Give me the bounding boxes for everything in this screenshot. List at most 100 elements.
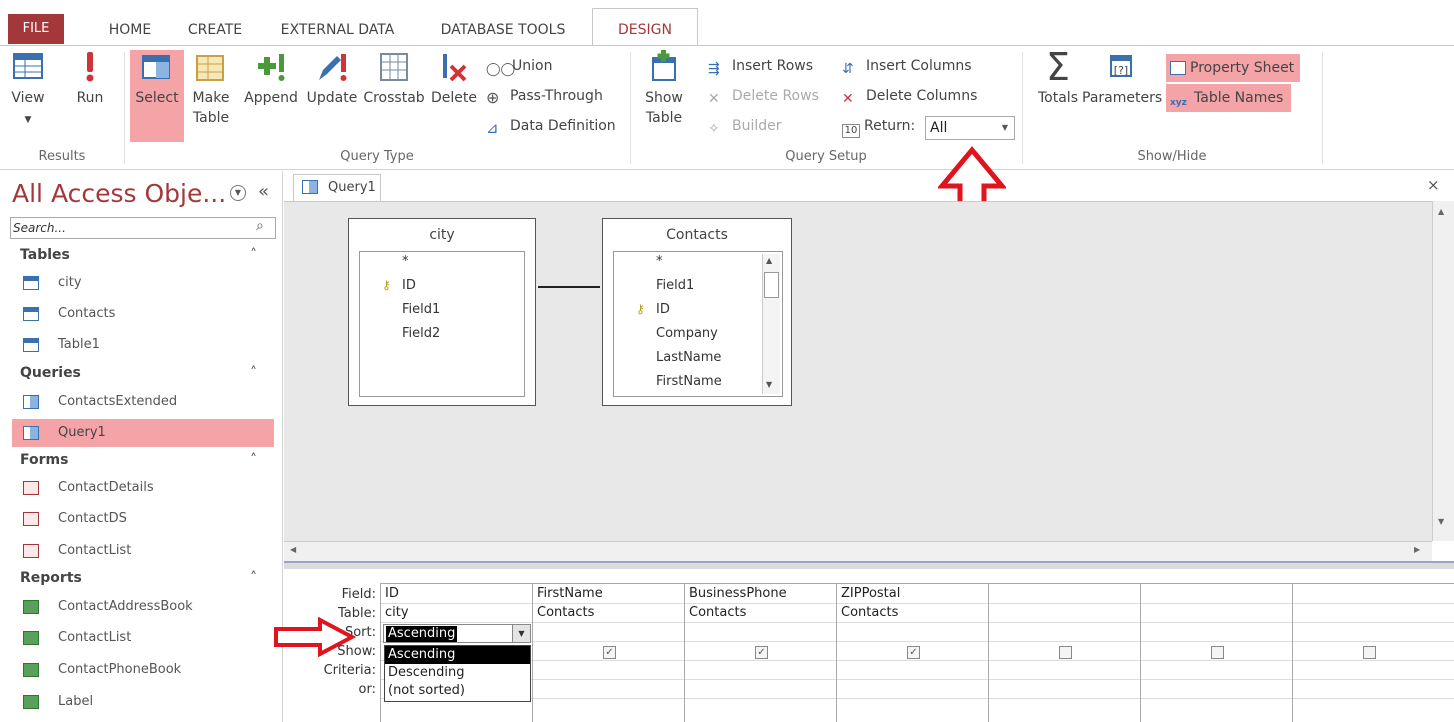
select-query-button[interactable]: Select	[130, 50, 184, 142]
sort-option-not-sorted[interactable]: (not sorted)	[385, 682, 530, 700]
show-table-button[interactable]: Show Table	[638, 50, 690, 128]
show-checkbox-checked[interactable]: ✓	[603, 646, 616, 659]
tab-external-data[interactable]: EXTERNAL DATA	[270, 14, 405, 46]
collapse-chevron-icon[interactable]: ˄	[250, 452, 257, 468]
scroll-up-icon[interactable]: ▲	[1438, 207, 1444, 216]
scroll-down-icon[interactable]: ▼	[1438, 517, 1444, 526]
nav-item-query-query1[interactable]: Query1	[12, 419, 274, 447]
field-item[interactable]: Field1	[656, 278, 694, 293]
grid-field-cell[interactable]: ID	[385, 586, 399, 601]
append-button[interactable]: Append	[240, 50, 302, 108]
tab-home[interactable]: HOME	[100, 14, 160, 46]
show-checkbox-unchecked[interactable]	[1363, 646, 1376, 659]
delete-columns-button[interactable]: ✕ Delete Columns	[842, 84, 977, 108]
nav-item-table-table1[interactable]: Table1	[12, 331, 274, 359]
crosstab-button[interactable]: Crosstab	[362, 50, 426, 108]
field-item[interactable]: ID	[402, 278, 416, 293]
close-icon[interactable]: ×	[1427, 176, 1440, 194]
union-button[interactable]: ◯◯Union	[486, 54, 552, 78]
scroll-right-icon[interactable]: ▶	[1414, 545, 1420, 554]
run-button[interactable]: Run	[72, 50, 108, 108]
update-button[interactable]: Update	[304, 50, 360, 108]
field-list-scrollbar[interactable]: ▲ ▼	[762, 254, 780, 394]
search-icon[interactable]: ⌕	[256, 218, 264, 234]
grid-column-2[interactable]: FirstName Contacts ✓	[532, 583, 684, 722]
show-checkbox-checked[interactable]: ✓	[907, 646, 920, 659]
field-item[interactable]: *	[656, 254, 663, 269]
grid-column-4[interactable]: ZIPPostal Contacts ✓	[836, 583, 988, 722]
property-sheet-button[interactable]: Property Sheet	[1166, 54, 1301, 82]
nav-item-form-contactlist[interactable]: ContactList	[12, 537, 274, 565]
parameters-button[interactable]: [?] Parameters	[1082, 50, 1162, 108]
nav-item-query-contactsextended[interactable]: ContactsExtended	[12, 388, 274, 416]
sort-dropdown-list[interactable]: Ascending Descending (not sorted)	[384, 645, 531, 702]
section-queries[interactable]: Queries ˄	[20, 365, 257, 381]
nav-item-report-contactlist[interactable]: ContactList	[12, 624, 274, 652]
scroll-left-icon[interactable]: ◀	[290, 545, 296, 554]
field-item[interactable]: FirstName	[656, 374, 722, 389]
field-item[interactable]: Field2	[402, 326, 440, 341]
collapse-chevron-icon[interactable]: ˄	[250, 247, 257, 263]
show-checkbox-unchecked[interactable]	[1211, 646, 1224, 659]
tab-design[interactable]: DESIGN	[592, 8, 698, 46]
show-checkbox-unchecked[interactable]	[1059, 646, 1072, 659]
nav-item-form-contactds[interactable]: ContactDS	[12, 505, 274, 533]
field-item[interactable]: ID	[656, 302, 670, 317]
delete-query-button[interactable]: Delete	[430, 50, 478, 108]
nav-pane-title[interactable]: All Access Obje...	[12, 179, 226, 208]
table-names-button[interactable]: xyz Table Names	[1166, 84, 1292, 112]
grid-table-cell[interactable]: Contacts	[537, 605, 594, 620]
make-table-button[interactable]: Make Table	[188, 50, 234, 128]
field-item[interactable]: Company	[656, 326, 718, 341]
upper-horizontal-scrollbar[interactable]: ◀ ▶	[284, 541, 1432, 561]
sort-option-ascending[interactable]: Ascending	[385, 646, 530, 664]
pane-splitter[interactable]	[284, 561, 1454, 569]
totals-button[interactable]: Σ Totals	[1030, 48, 1086, 108]
collapse-chevron-icon[interactable]: ˄	[250, 365, 257, 381]
nav-item-report-contactphonebook[interactable]: ContactPhoneBook	[12, 656, 274, 684]
nav-item-table-city[interactable]: city	[12, 269, 274, 297]
data-definition-button[interactable]: ⊿ Data Definition	[486, 114, 616, 138]
chevron-down-icon[interactable]: ▼	[512, 625, 530, 642]
return-select[interactable]: All ▼	[925, 116, 1015, 140]
section-reports[interactable]: Reports ˄	[20, 570, 257, 586]
nav-item-report-label[interactable]: Label	[12, 688, 274, 716]
field-item[interactable]: LastName	[656, 350, 721, 365]
scroll-down-icon[interactable]: ▼	[766, 380, 772, 389]
section-forms[interactable]: Forms ˄	[20, 452, 257, 468]
sort-combobox[interactable]: Ascending ▼	[383, 624, 531, 643]
grid-column-3[interactable]: BusinessPhone Contacts ✓	[684, 583, 836, 722]
grid-field-cell[interactable]: FirstName	[537, 586, 603, 601]
nav-item-report-contactaddressbook[interactable]: ContactAddressBook	[12, 593, 274, 621]
grid-column-5[interactable]	[988, 583, 1140, 722]
insert-rows-button[interactable]: ⇶ Insert Rows	[708, 54, 813, 78]
grid-column-6[interactable]	[1140, 583, 1292, 722]
tab-create[interactable]: CREATE	[180, 14, 250, 46]
grid-field-cell[interactable]: BusinessPhone	[689, 586, 787, 601]
field-list-contacts[interactable]: Contacts * Field1 ⚷ ID Company LastName …	[602, 218, 792, 406]
collapse-chevron-icon[interactable]: ˄	[250, 570, 257, 586]
sort-option-descending[interactable]: Descending	[385, 664, 530, 682]
field-item[interactable]: *	[402, 254, 409, 269]
tab-file[interactable]: FILE	[8, 14, 64, 44]
grid-field-cell[interactable]: ZIPPostal	[841, 586, 900, 601]
tab-database-tools[interactable]: DATABASE TOOLS	[428, 14, 578, 46]
join-line[interactable]	[538, 286, 600, 288]
nav-item-form-contactdetails[interactable]: ContactDetails	[12, 474, 274, 502]
pass-through-button[interactable]: ⊕ Pass-Through	[486, 84, 603, 108]
builder-button[interactable]: ✧ Builder	[708, 114, 782, 138]
section-tables[interactable]: Tables ˄	[20, 247, 257, 263]
show-checkbox-checked[interactable]: ✓	[755, 646, 768, 659]
insert-columns-button[interactable]: ⇵ Insert Columns	[842, 54, 972, 78]
grid-table-cell[interactable]: Contacts	[841, 605, 898, 620]
scroll-up-icon[interactable]: ▲	[766, 256, 772, 265]
delete-rows-button[interactable]: ✕ Delete Rows	[708, 84, 819, 108]
grid-table-cell[interactable]: city	[385, 605, 409, 620]
nav-menu-dropdown-icon[interactable]: ▼	[230, 185, 246, 201]
grid-column-7[interactable]	[1292, 583, 1454, 722]
grid-table-cell[interactable]: Contacts	[689, 605, 746, 620]
shutter-bar-collapse-icon[interactable]: «	[258, 181, 269, 202]
field-item[interactable]: Field1	[402, 302, 440, 317]
nav-item-table-contacts[interactable]: Contacts	[12, 300, 274, 328]
scroll-thumb[interactable]	[764, 272, 779, 298]
